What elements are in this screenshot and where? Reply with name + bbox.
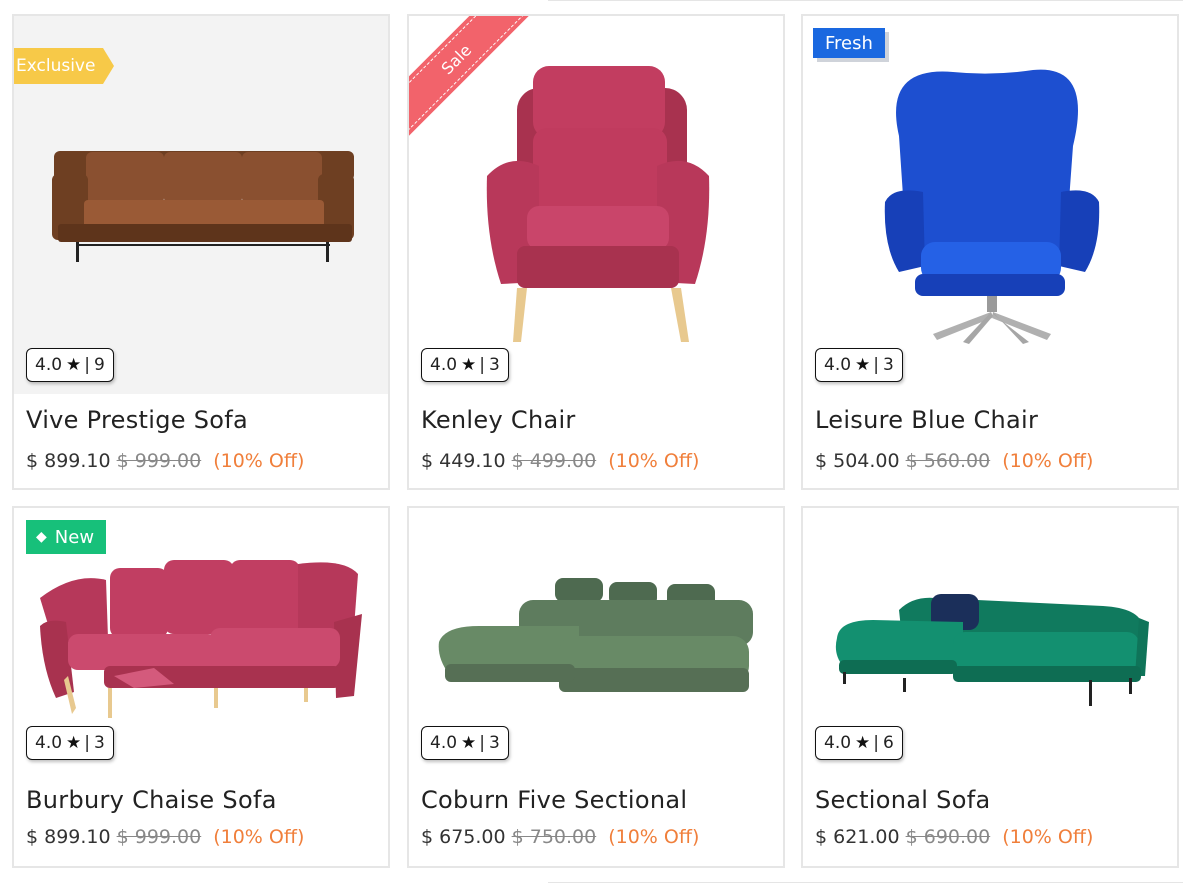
new-badge: ◆ New [26, 520, 107, 554]
rating-badge: 4.0 ★ | 3 [26, 726, 114, 760]
discount: (10% Off) [1002, 826, 1094, 848]
price: $ 621.00 [815, 826, 900, 848]
product-grid: Exclusive 4.0 ★ | 9 Vive Prestige Sofa $… [0, 0, 1183, 884]
product-title[interactable]: Sectional Sofa [815, 786, 990, 814]
review-count: 9 [94, 355, 105, 375]
old-price: $ 690.00 [905, 826, 991, 848]
star-icon: ★ [461, 733, 477, 753]
product-image[interactable]: Sale [409, 16, 783, 394]
star-icon: ★ [66, 355, 82, 375]
old-price: $ 999.00 [116, 826, 202, 848]
rating-value: 4.0 [824, 733, 852, 753]
product-title[interactable]: Kenley Chair [421, 406, 576, 434]
price: $ 504.00 [815, 450, 900, 472]
review-count: 3 [883, 355, 894, 375]
star-icon: ★ [855, 355, 871, 375]
rating-value: 4.0 [35, 355, 63, 375]
star-icon: ★ [66, 733, 82, 753]
price: $ 449.10 [421, 450, 506, 472]
review-count: 6 [883, 733, 894, 753]
rating-value: 4.0 [430, 733, 458, 753]
old-price: $ 999.00 [116, 450, 202, 472]
rating-separator: | [479, 355, 486, 375]
rating-badge: 4.0 ★ | 9 [26, 348, 114, 382]
rating-separator: | [873, 733, 880, 753]
discount: (10% Off) [1002, 450, 1094, 472]
rating-value: 4.0 [430, 355, 458, 375]
price-row: $ 504.00 $ 560.00 (10% Off) [815, 450, 1093, 472]
product-image[interactable]: Fresh [803, 16, 1177, 394]
star-icon: ★ [855, 733, 871, 753]
old-price: $ 560.00 [905, 450, 991, 472]
rating-badge: 4.0 ★ | 6 [815, 726, 903, 760]
rating-badge: 4.0 ★ | 3 [815, 348, 903, 382]
old-price: $ 499.00 [511, 450, 597, 472]
star-icon: ★ [461, 355, 477, 375]
product-image[interactable]: Exclusive [14, 16, 388, 394]
old-price: $ 750.00 [511, 826, 597, 848]
rating-separator: | [84, 733, 91, 753]
price-row: $ 621.00 $ 690.00 (10% Off) [815, 826, 1093, 848]
price-row: $ 899.10 $ 999.00 (10% Off) [26, 826, 304, 848]
product-card[interactable]: Sale 4.0 ★ | 3 Kenley Chair $ 449.10 $ 4… [407, 14, 785, 490]
egg-chair-image [884, 69, 1100, 344]
price: $ 675.00 [421, 826, 506, 848]
fresh-badge: Fresh [813, 28, 885, 58]
sale-ribbon: Sale [409, 16, 533, 140]
review-count: 3 [489, 733, 500, 753]
divider [548, 882, 1183, 883]
tag-icon: ◆ [36, 529, 47, 545]
rating-separator: | [873, 355, 880, 375]
product-card[interactable]: 4.0 ★ | 3 Coburn Five Sectional $ 675.00… [407, 506, 785, 868]
discount: (10% Off) [608, 826, 700, 848]
price: $ 899.10 [26, 450, 111, 472]
product-card[interactable]: 4.0 ★ | 6 Sectional Sofa $ 621.00 $ 690.… [801, 506, 1179, 868]
discount: (10% Off) [608, 450, 700, 472]
rating-badge: 4.0 ★ | 3 [421, 348, 509, 382]
rating-separator: | [84, 355, 91, 375]
product-card[interactable]: Exclusive 4.0 ★ | 9 Vive Prestige Sofa $… [12, 14, 390, 490]
price-row: $ 675.00 $ 750.00 (10% Off) [421, 826, 699, 848]
rating-separator: | [479, 733, 486, 753]
product-title[interactable]: Leisure Blue Chair [815, 406, 1038, 434]
rating-value: 4.0 [35, 733, 63, 753]
discount: (10% Off) [213, 826, 305, 848]
review-count: 3 [489, 355, 500, 375]
price: $ 899.10 [26, 826, 111, 848]
product-title[interactable]: Burbury Chaise Sofa [26, 786, 277, 814]
product-card[interactable]: Fresh 4.0 ★ | 3 Leisure Blue Chair $ 504… [801, 14, 1179, 490]
product-card[interactable]: ◆ New 4.0 ★ | 3 Burbury Chaise Sofa $ 89… [12, 506, 390, 868]
discount: (10% Off) [213, 450, 305, 472]
sale-label: Sale [409, 16, 533, 140]
product-title[interactable]: Coburn Five Sectional [421, 786, 687, 814]
rating-badge: 4.0 ★ | 3 [421, 726, 509, 760]
price-row: $ 899.10 $ 999.00 (10% Off) [26, 450, 304, 472]
price-row: $ 449.10 $ 499.00 (10% Off) [421, 450, 699, 472]
product-title[interactable]: Vive Prestige Sofa [26, 406, 248, 434]
new-label: New [54, 526, 95, 548]
review-count: 3 [94, 733, 105, 753]
divider [548, 0, 1183, 1]
exclusive-badge: Exclusive [14, 48, 114, 84]
rating-value: 4.0 [824, 355, 852, 375]
